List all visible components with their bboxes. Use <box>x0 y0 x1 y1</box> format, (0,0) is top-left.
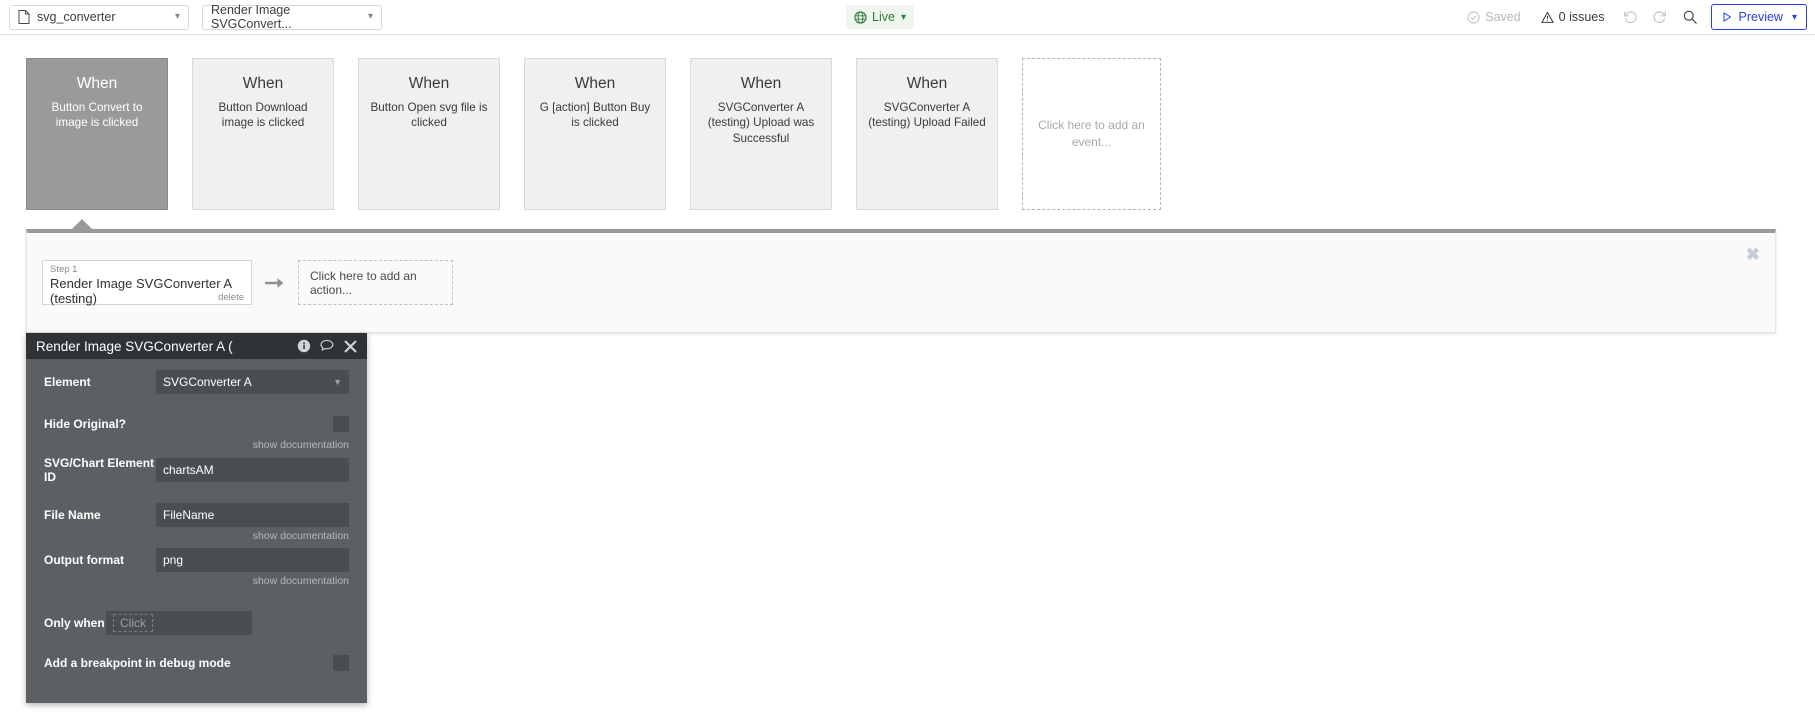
element-dropdown[interactable]: SVGConverter A ▼ <box>156 370 349 394</box>
event-card-description: SVGConverter A (testing) Upload Failed <box>868 101 986 130</box>
event-card-title: When <box>574 75 616 92</box>
event-card-title: When <box>408 75 450 92</box>
output-format-input[interactable]: png <box>156 548 349 572</box>
only-when-expression-input[interactable]: Click <box>106 611 252 635</box>
properties-dialog-title: Render Image SVGConverter A ( <box>36 338 233 354</box>
event-card-description: Button Open svg file is clicked <box>370 101 488 130</box>
step-number-label: Step 1 <box>50 264 78 275</box>
info-icon[interactable] <box>297 339 311 353</box>
event-card-title: When <box>76 75 118 92</box>
breakpoint-checkbox[interactable] <box>333 655 349 671</box>
svg-chart-element-id-input[interactable]: chartsAM <box>156 458 349 482</box>
chevron-down-icon: ▾ <box>174 11 180 22</box>
saved-status-label: Saved <box>1485 10 1521 24</box>
step-title: Render Image SVGConverter A (testing) <box>50 276 232 307</box>
live-badge-label: Live <box>872 10 895 24</box>
field-row-svg-chart-element-id: SVG/Chart Element ID chartsAM <box>44 456 349 484</box>
comment-icon[interactable] <box>320 339 335 353</box>
field-label-svg-chart-element-id: SVG/Chart Element ID <box>44 456 155 484</box>
document-icon <box>18 10 30 24</box>
event-card[interactable]: When G [action] Button Buy is clicked <box>524 58 666 210</box>
add-action-label: Click here to add an action... <box>310 268 417 297</box>
field-label-breakpoint: Add a breakpoint in debug mode <box>44 656 231 670</box>
event-card[interactable]: When Button Convert to image is clicked <box>26 58 168 210</box>
issues-button[interactable]: 0 issues <box>1531 4 1615 30</box>
file-name-value: FileName <box>163 508 215 522</box>
toolbar-right-group: Saved 0 issues Preview ▾ <box>1457 4 1807 30</box>
top-toolbar: svg_converter ▾ Render Image SVGConvert.… <box>0 0 1815 35</box>
add-event-label: Click here to add an event... <box>1038 117 1145 149</box>
app-selector-value: svg_converter <box>37 10 116 24</box>
add-event-card[interactable]: Click here to add an event... <box>1022 58 1161 210</box>
redo-button[interactable] <box>1645 4 1675 30</box>
properties-dialog: Render Image SVGConverter A ( Element SV… <box>26 333 367 703</box>
play-icon <box>1721 11 1733 23</box>
panel-pointer-triangle <box>71 219 93 230</box>
field-row-only-when: Only when Click <box>44 610 349 636</box>
chevron-down-icon: ▼ <box>333 377 342 387</box>
event-card[interactable]: When SVGConverter A (testing) Upload was… <box>690 58 832 210</box>
event-card-title: When <box>906 75 948 92</box>
field-label-element: Element <box>44 375 91 389</box>
add-action-button[interactable]: Click here to add an action... <box>298 260 453 305</box>
step-card[interactable]: Step 1 Render Image SVGConverter A (test… <box>42 260 252 307</box>
show-documentation-link[interactable]: show documentation <box>44 575 349 587</box>
warning-triangle-icon <box>1540 10 1554 24</box>
chevron-down-icon: ▾ <box>367 11 373 22</box>
workflow-selector-value: Render Image SVGConvert... <box>211 3 292 31</box>
events-row: When Button Convert to image is clicked … <box>26 58 1161 210</box>
show-documentation-link[interactable]: show documentation <box>44 439 349 451</box>
show-documentation-link[interactable]: show documentation <box>44 530 349 542</box>
event-card[interactable]: When SVGConverter A (testing) Upload Fai… <box>856 58 998 210</box>
step-delete-button[interactable]: delete <box>218 292 244 303</box>
field-row-breakpoint: Add a breakpoint in debug mode <box>44 650 349 676</box>
close-icon[interactable] <box>344 340 357 353</box>
only-when-placeholder: Click <box>113 614 153 632</box>
svg-chart-element-id-value: chartsAM <box>163 463 214 477</box>
field-row-file-name: File Name FileName <box>44 502 349 528</box>
event-card[interactable]: When Button Download image is clicked <box>192 58 334 210</box>
field-row-element: Element SVGConverter A ▼ <box>44 369 349 395</box>
titlebar-icons <box>297 339 357 353</box>
preview-button[interactable]: Preview ▾ <box>1710 4 1807 30</box>
undo-button[interactable] <box>1615 4 1645 30</box>
search-icon[interactable] <box>1675 4 1705 30</box>
event-card-description: Button Download image is clicked <box>218 101 308 130</box>
live-version-badge[interactable]: Live ▾ <box>846 5 914 29</box>
globe-icon <box>854 10 867 24</box>
field-label-only-when: Only when <box>44 616 105 630</box>
field-label-output-format: Output format <box>44 553 124 567</box>
event-card-description: G [action] Button Buy is clicked <box>539 101 651 130</box>
field-label-file-name: File Name <box>44 508 101 522</box>
arrow-right-icon <box>265 275 285 291</box>
element-dropdown-value: SVGConverter A <box>163 375 252 389</box>
workflow-selector[interactable]: Render Image SVGConvert... ▾ <box>202 3 382 31</box>
field-row-output-format: Output format png <box>44 547 349 573</box>
properties-body: Element SVGConverter A ▼ Hide Original? … <box>26 359 367 676</box>
saved-status: Saved <box>1457 4 1530 30</box>
field-label-hide-original: Hide Original? <box>44 417 127 431</box>
output-format-value: png <box>163 553 184 567</box>
chevron-down-icon[interactable]: ▾ <box>1792 12 1797 23</box>
event-card-title: When <box>740 75 782 92</box>
properties-dialog-titlebar[interactable]: Render Image SVGConverter A ( <box>26 333 367 359</box>
hide-original-checkbox[interactable] <box>333 416 349 432</box>
event-card-description: Button Convert to image is clicked <box>51 101 143 130</box>
preview-button-label: Preview <box>1738 10 1783 24</box>
steps-row: Step 1 Render Image SVGConverter A (test… <box>42 260 453 307</box>
issues-count-label: 0 issues <box>1558 10 1605 24</box>
event-card[interactable]: When Button Open svg file is clicked <box>358 58 500 210</box>
action-panel: ✖ Step 1 Render Image SVGConverter A (te… <box>26 219 1776 333</box>
close-icon[interactable]: ✖ <box>1746 246 1760 263</box>
check-circle-icon <box>1467 10 1480 24</box>
chevron-down-icon: ▾ <box>900 11 906 23</box>
app-selector[interactable]: svg_converter ▾ <box>9 4 189 30</box>
event-card-title: When <box>242 75 284 92</box>
file-name-input[interactable]: FileName <box>156 503 349 527</box>
event-card-description: SVGConverter A (testing) Upload was Succ… <box>707 101 815 145</box>
field-row-hide-original: Hide Original? <box>44 411 349 437</box>
